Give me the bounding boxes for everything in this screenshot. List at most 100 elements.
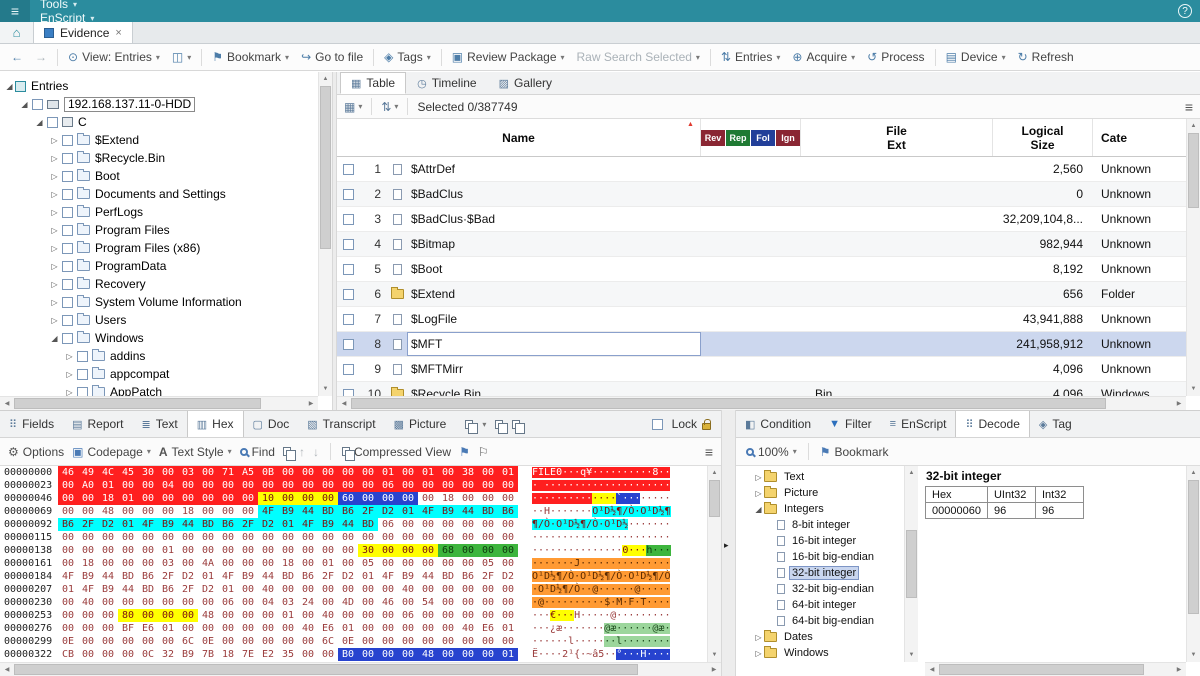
device-button[interactable]: ▤Device▾ [941, 48, 1011, 66]
document-icon[interactable] [512, 420, 520, 429]
scroll-right-icon[interactable] [707, 663, 721, 676]
tab-doc[interactable]: ▢Doc [244, 411, 299, 437]
compressed-view-button[interactable]: Compressed View [342, 445, 451, 459]
hex-row[interactable]: 0000013800000000000100000000000000000030… [0, 544, 707, 557]
hex-row[interactable]: 00000276000000BFE60100000000000040E60100… [0, 622, 707, 635]
scrollbar-thumb[interactable] [906, 530, 917, 597]
chevron-down-icon[interactable]: ▾ [482, 420, 486, 429]
table-row-extend[interactable]: 6$Extend656Folder [337, 282, 1186, 307]
expand-icon[interactable] [49, 154, 60, 163]
tree-item-program-files-x86[interactable]: Program Files (x86) [0, 239, 318, 257]
scroll-up-icon[interactable] [1187, 119, 1200, 133]
scrollbar-track[interactable] [319, 86, 332, 382]
column-flag-ign[interactable]: Ign [776, 130, 800, 146]
bottom-splitter[interactable] [721, 410, 736, 676]
tree-item-perflogs[interactable]: PerfLogs [0, 203, 318, 221]
help-button[interactable]: ? [1178, 4, 1192, 18]
tree-item-addins[interactable]: addins [0, 347, 318, 365]
previous-icon[interactable] [299, 445, 305, 459]
scroll-down-icon[interactable] [905, 648, 918, 662]
tab-report[interactable]: ▤Report [63, 411, 132, 437]
zoom-button[interactable]: 100%▾ [746, 445, 797, 459]
tab-tag[interactable]: ◈Tag [1030, 411, 1081, 437]
view-tab-timeline[interactable]: ◷Timeline [406, 72, 488, 94]
decode-item-dates[interactable]: Dates [736, 629, 904, 645]
tree-checkbox[interactable] [62, 171, 73, 182]
table-layout-button[interactable]: ▾ [344, 100, 362, 114]
hex-row[interactable]: 000001844FB944BDB62FD2014FB944BDB62FD201… [0, 570, 707, 583]
tree-item-c[interactable]: C [0, 113, 318, 131]
hex-row[interactable]: 00000322CB0000000C32B97B187EE2350000B000… [0, 648, 707, 661]
expand-icon[interactable] [64, 388, 75, 397]
find-button[interactable]: Find [240, 445, 275, 459]
decode-item-64-bit-integer[interactable]: 64-bit integer [736, 597, 904, 613]
view-tab-table[interactable]: ▦Table [340, 72, 406, 94]
scrollbar-track[interactable] [351, 397, 1172, 410]
table-row-boot[interactable]: 5$Boot8,192Unknown [337, 257, 1186, 282]
row-checkbox[interactable] [343, 214, 354, 225]
expand-icon[interactable] [49, 298, 60, 307]
tree-item-programdata[interactable]: ProgramData [0, 257, 318, 275]
hex-row[interactable]: 00000092B62FD2014FB944BDB62FD2014FB944BD… [0, 518, 707, 531]
table-menu-icon[interactable] [1185, 99, 1193, 115]
scrollbar-thumb[interactable] [14, 398, 261, 409]
options-button[interactable]: Options [8, 445, 64, 459]
scroll-right-icon[interactable] [1172, 397, 1186, 410]
decode-horizontal-scrollbar[interactable] [925, 662, 1186, 676]
scrollbar-track[interactable] [14, 397, 304, 410]
tree-checkbox[interactable] [62, 315, 73, 326]
decode-item-integers[interactable]: Integers [736, 501, 904, 517]
decode-item-text[interactable]: Text [736, 469, 904, 485]
scroll-down-icon[interactable] [1187, 382, 1200, 396]
hex-row[interactable]: 0000023000400000000000000600040324004D00… [0, 596, 707, 609]
column-flag-rev[interactable]: Rev [701, 130, 725, 146]
tree-checkbox[interactable] [47, 117, 58, 128]
tree-item-appcompat[interactable]: appcompat [0, 365, 318, 383]
collapse-icon[interactable] [753, 505, 764, 514]
tree-item-users[interactable]: Users [0, 311, 318, 329]
decode-item-8-bit-integer[interactable]: 8-bit integer [736, 517, 904, 533]
hex-vertical-scrollbar[interactable] [707, 466, 721, 662]
tree-item-program-files[interactable]: Program Files [0, 221, 318, 239]
tab-decode[interactable]: ⠿Decode [955, 411, 1029, 437]
row-checkbox[interactable] [343, 289, 354, 300]
review-package-button[interactable]: ▣Review Package▾ [447, 48, 570, 66]
decode-tree-vertical-scrollbar[interactable] [904, 466, 918, 662]
menu-item-tools[interactable]: Tools▾ [30, 0, 206, 11]
tab-condition[interactable]: ◧Condition [736, 411, 820, 437]
tree-item-extend[interactable]: $Extend [0, 131, 318, 149]
hex-horizontal-scrollbar[interactable] [0, 662, 721, 676]
decode-item-picture[interactable]: Picture [736, 485, 904, 501]
row-checkbox[interactable] [343, 189, 354, 200]
tree-checkbox[interactable] [77, 387, 88, 397]
decode-item-64-bit-big-endian[interactable]: 64-bit big-endian [736, 613, 904, 629]
tree-horizontal-scrollbar[interactable] [0, 396, 318, 410]
tree-item-system-volume-information[interactable]: System Volume Information [0, 293, 318, 311]
column-header-logical-size[interactable]: Logical Size [993, 119, 1093, 156]
scrollbar-track[interactable] [14, 663, 707, 676]
scrollbar-track[interactable] [905, 480, 918, 648]
scroll-right-icon[interactable] [1172, 663, 1186, 676]
home-tab[interactable] [0, 22, 34, 43]
view-entries-button[interactable]: ⊙View: Entries▾ [63, 48, 165, 66]
scrollbar-thumb[interactable] [1188, 133, 1199, 208]
tab-picture[interactable]: ▩Picture [385, 411, 456, 437]
hex-row[interactable]: 0000025300000080000000480000000100400000… [0, 609, 707, 622]
collapse-icon[interactable] [19, 100, 30, 109]
expand-icon[interactable] [64, 370, 75, 379]
scrollbar-track[interactable] [939, 663, 1172, 676]
scrollbar-thumb[interactable] [320, 86, 331, 249]
tree-item-windows[interactable]: Windows [0, 329, 318, 347]
table-horizontal-scrollbar[interactable] [337, 396, 1186, 410]
copy-icon[interactable] [495, 420, 503, 429]
table-vertical-scrollbar[interactable] [1186, 119, 1200, 396]
hex-row[interactable]: 00000069000048000000180000004FB944BDB62F… [0, 505, 707, 518]
expand-icon[interactable] [49, 190, 60, 199]
splitter-handle-icon[interactable] [724, 540, 729, 551]
expand-icon[interactable] [753, 473, 764, 482]
scroll-up-icon[interactable] [708, 466, 721, 480]
process-button[interactable]: ↺Process [862, 48, 929, 66]
scrollbar-thumb[interactable] [709, 480, 720, 517]
table-row-bitmap[interactable]: 4$Bitmap982,944Unknown [337, 232, 1186, 257]
tree-checkbox[interactable] [62, 207, 73, 218]
